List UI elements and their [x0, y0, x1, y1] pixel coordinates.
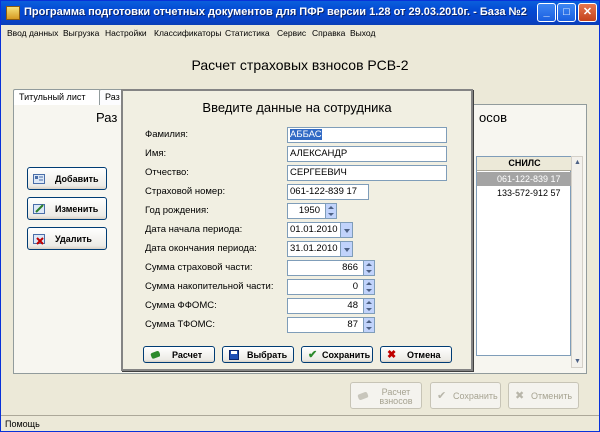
delete-button-label: Удалить [55, 234, 92, 244]
add-icon [33, 174, 45, 184]
delete-button[interactable]: Удалить [27, 227, 107, 250]
calculate-contributions-button[interactable]: Расчет взносов [350, 382, 422, 409]
insurance-part-label: Сумма страховой части: [145, 262, 253, 273]
cancel-button[interactable]: ✖ Отмена [380, 346, 452, 363]
section-heading-right: осов [479, 110, 508, 125]
save-main-label: Сохранить [453, 391, 498, 401]
ffoms-label: Сумма ФФОМС: [145, 300, 217, 311]
menu-settings[interactable]: Настройки [105, 28, 147, 38]
tfoms-stepper[interactable]: 87 [287, 317, 375, 333]
edit-button-label: Изменить [55, 204, 99, 214]
name-input[interactable]: АЛЕКСАНДР [287, 146, 447, 162]
add-button[interactable]: Добавить [27, 167, 107, 190]
insurance-part-spin-icon[interactable] [363, 261, 374, 275]
cancel-main-label: Отменить [531, 391, 573, 401]
surname-value: АББАС [290, 129, 322, 140]
grid-header-snils[interactable]: СНИЛС [477, 157, 572, 171]
close-button[interactable]: ✕ [578, 3, 597, 22]
calculate-contributions-label: Расчет взносов [379, 387, 413, 406]
checkmark-icon: ✔ [437, 390, 447, 402]
period-start-value: 01.01.2010 [290, 224, 338, 235]
period-start-dropdown-icon[interactable] [340, 223, 352, 237]
ffoms-stepper[interactable]: 48 [287, 298, 375, 314]
checkmark-icon: ✔ [308, 349, 318, 361]
grid-scrollbar[interactable]: ▲ ▼ [571, 156, 583, 368]
table-row[interactable]: 061-122-839 17 [477, 172, 572, 186]
menu-exit[interactable]: Выход [350, 28, 375, 38]
scroll-down-icon[interactable]: ▼ [573, 357, 582, 366]
select-button[interactable]: Выбрать [222, 346, 294, 363]
table-row[interactable]: 133-572-912 57 [477, 186, 572, 200]
select-button-label: Выбрать [247, 350, 288, 360]
patronymic-input[interactable]: СЕРГЕЕВИЧ [287, 165, 447, 181]
menu-export[interactable]: Выгрузка [63, 28, 99, 38]
funded-part-spin-icon[interactable] [363, 280, 374, 294]
insurance-part-value: 866 [342, 262, 358, 273]
ffoms-spin-icon[interactable] [363, 299, 374, 313]
maximize-button[interactable]: □ [557, 3, 576, 22]
funded-part-label: Сумма накопительной части: [145, 281, 274, 292]
surname-label: Фамилия: [145, 129, 188, 140]
menu-help[interactable]: Справка [312, 28, 345, 38]
cross-icon: ✖ [387, 349, 397, 361]
cancel-button-label: Отмена [407, 350, 441, 360]
status-text: Помощь [5, 419, 40, 429]
menu-data-entry[interactable]: Ввод данных [7, 28, 58, 38]
add-button-label: Добавить [55, 174, 99, 184]
dialog-title: Введите данные на сотрудника [202, 100, 392, 115]
menu-classifiers[interactable]: Классификаторы [154, 28, 221, 38]
page-title: Расчет страховых взносов РСВ-2 [191, 57, 409, 73]
employee-dialog: Введите данные на сотрудника Фамилия: АБ… [121, 89, 473, 371]
birth-year-spin-icon[interactable] [325, 204, 336, 218]
period-end-date[interactable]: 31.01.2010 [287, 241, 353, 257]
period-end-label: Дата окончания периода: [145, 243, 257, 254]
main-window: Программа подготовки отчетных документов… [0, 0, 600, 432]
tfoms-label: Сумма ТФОМС: [145, 319, 216, 330]
window-title: Программа подготовки отчетных документов… [24, 6, 527, 18]
tfoms-spin-icon[interactable] [363, 318, 374, 332]
funded-part-value: 0 [352, 281, 358, 292]
minimize-button[interactable]: _ [537, 3, 556, 22]
tab-title-sheet[interactable]: Титульный лист [13, 89, 101, 105]
menu-statistics[interactable]: Статистика [225, 28, 270, 38]
save-disk-icon [229, 350, 239, 360]
menu-bar: Ввод данных Выгрузка Настройки Классифик… [1, 25, 599, 42]
save-button[interactable]: ✔ Сохранить [301, 346, 373, 363]
cancel-main-button[interactable]: ✖ Отменить [508, 382, 579, 409]
period-end-dropdown-icon[interactable] [340, 242, 352, 256]
eraser-icon [150, 351, 160, 359]
calculate-button[interactable]: Расчет [143, 346, 215, 363]
birth-year-stepper[interactable]: 1950 [287, 203, 337, 219]
patronymic-label: Отчество: [145, 167, 189, 178]
tfoms-value: 87 [347, 319, 358, 330]
title-bar[interactable]: Программа подготовки отчетных документов… [1, 1, 599, 25]
employee-grid: СНИЛС 061-122-839 17 133-572-912 57 [476, 156, 572, 356]
name-label: Имя: [145, 148, 167, 159]
period-start-date[interactable]: 01.01.2010 [287, 222, 353, 238]
save-button-label: Сохранить [322, 350, 371, 360]
eraser-icon [357, 392, 369, 400]
insurance-part-stepper[interactable]: 866 [287, 260, 375, 276]
section-heading-left: Раз [96, 110, 118, 125]
edit-button[interactable]: Изменить [27, 197, 107, 220]
period-end-value: 31.01.2010 [290, 243, 338, 254]
cross-icon: ✖ [515, 390, 525, 402]
period-start-label: Дата начала периода: [145, 224, 243, 235]
insurance-number-input[interactable]: 061-122-839 17 [287, 184, 369, 200]
save-main-button[interactable]: ✔ Сохранить [430, 382, 501, 409]
ffoms-value: 48 [347, 300, 358, 311]
scroll-up-icon[interactable]: ▲ [573, 158, 582, 167]
birth-year-label: Год рождения: [145, 205, 209, 216]
birth-year-value: 1950 [298, 205, 320, 216]
surname-input[interactable]: АББАС [287, 127, 447, 143]
status-bar: Помощь [1, 415, 599, 431]
calculate-button-label: Расчет [172, 350, 203, 360]
delete-icon [33, 234, 45, 245]
edit-icon [33, 204, 45, 214]
menu-service[interactable]: Сервис [277, 28, 306, 38]
app-icon [6, 6, 20, 20]
insurance-number-label: Страховой номер: [145, 186, 226, 197]
funded-part-stepper[interactable]: 0 [287, 279, 375, 295]
